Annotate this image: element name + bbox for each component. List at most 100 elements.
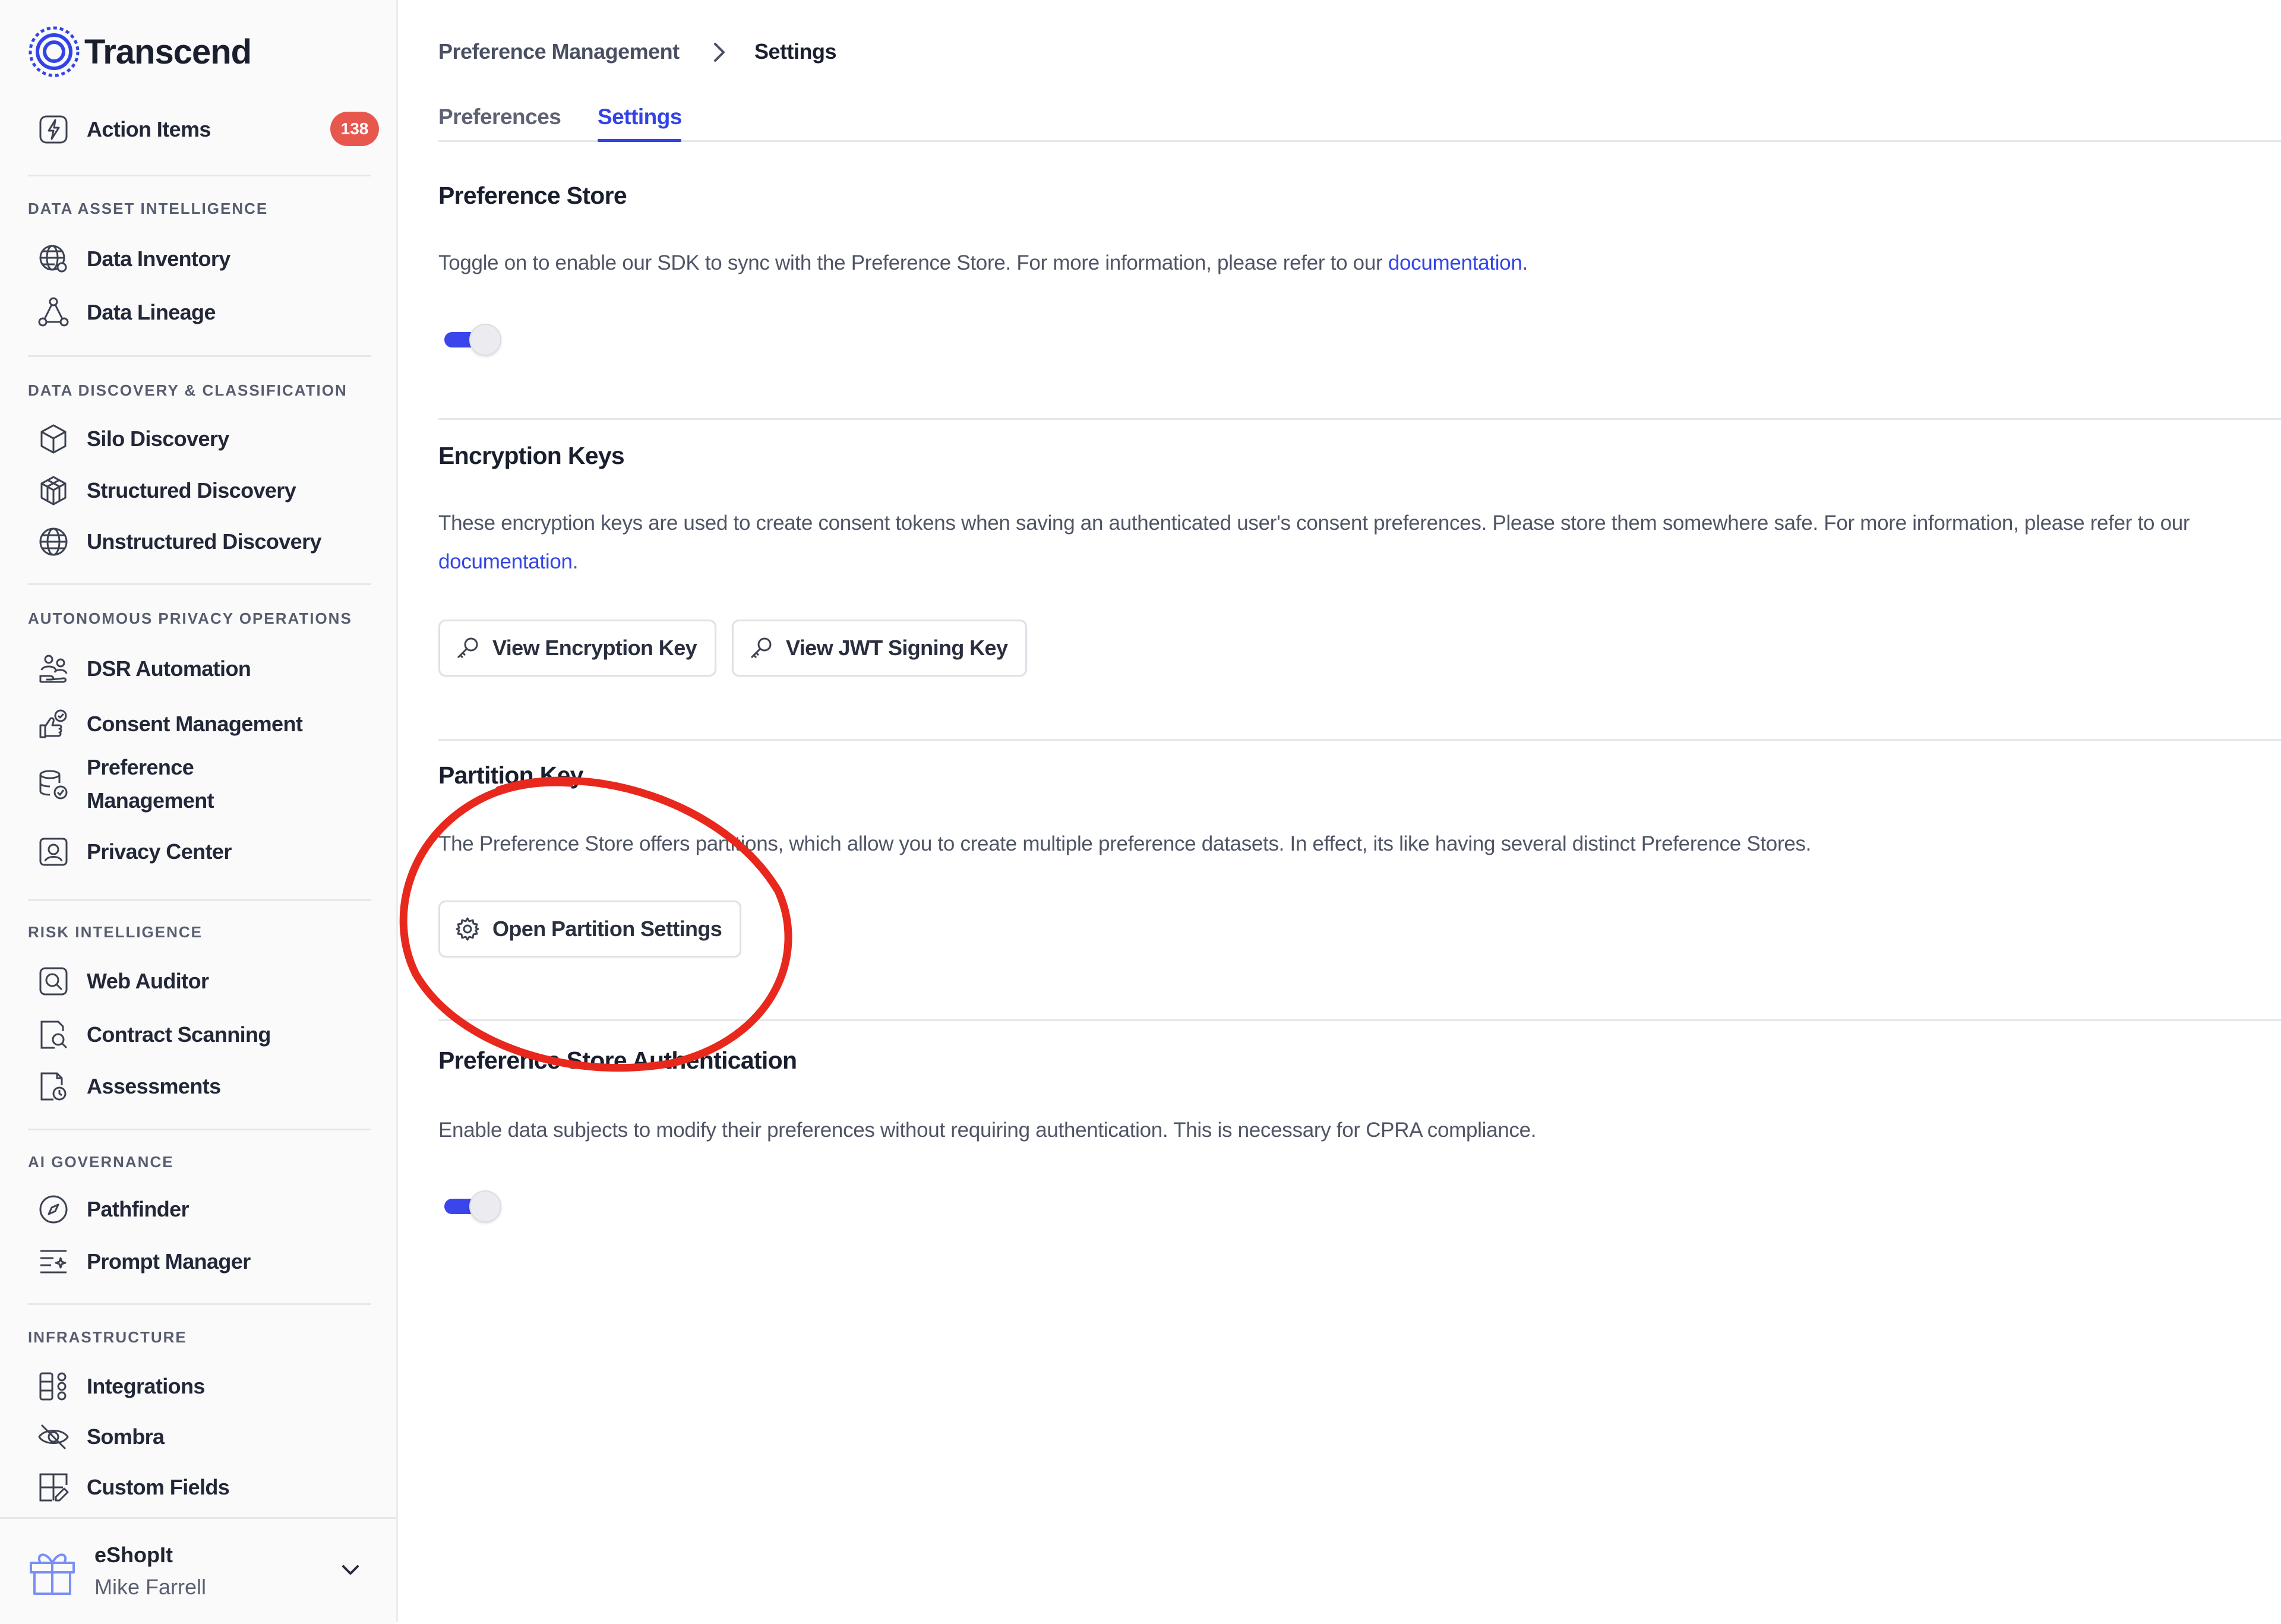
document-search-icon (37, 1018, 70, 1051)
thumbs-up-icon (37, 707, 70, 741)
sidebar-item-label: Silo Discovery (87, 426, 229, 451)
sidebar: Transcend Action Items 138 DATA ASSET IN… (0, 0, 398, 1624)
chevron-down-icon[interactable] (336, 1556, 365, 1584)
grid-edit-icon (37, 1471, 70, 1504)
sidebar-item-data-lineage[interactable]: Data Lineage (37, 296, 216, 329)
sidebar-item-preference-management[interactable]: Preference Management (37, 751, 265, 817)
divider (28, 1129, 371, 1130)
document-clock-icon (37, 1070, 70, 1103)
sidebar-item-integrations[interactable]: Integrations (37, 1370, 205, 1403)
scan-search-icon (37, 965, 70, 998)
database-check-icon (37, 767, 70, 801)
structured-cube-icon (37, 474, 70, 507)
sidebar-item-label: Integrations (87, 1374, 205, 1398)
eye-off-icon (37, 1420, 70, 1454)
brand-name: Transcend (84, 32, 252, 71)
breadcrumb-parent[interactable]: Preference Management (438, 39, 680, 64)
tab-settings[interactable]: Settings (598, 105, 682, 129)
partition-key-title: Partition Key (438, 762, 583, 789)
sidebar-item-silo-discovery[interactable]: Silo Discovery (37, 422, 229, 456)
sidebar-item-label: Action Items (87, 117, 211, 141)
sidebar-item-prompt-manager[interactable]: Prompt Manager (37, 1245, 251, 1278)
sidebar-item-dsr-automation[interactable]: DSR Automation (37, 652, 251, 685)
action-items-count-badge: 138 (330, 112, 379, 146)
section-title: RISK INTELLIGENCE (28, 923, 203, 941)
tab-preferences[interactable]: Preferences (438, 105, 561, 129)
sidebar-item-pathfinder[interactable]: Pathfinder (37, 1193, 189, 1226)
section-title: AI GOVERNANCE (28, 1153, 174, 1171)
divider (28, 355, 371, 357)
toggle-thumb (469, 1190, 501, 1222)
sidebar-item-consent-management[interactable]: Consent Management (37, 707, 303, 741)
section-title: AUTONOMOUS PRIVACY OPERATIONS (28, 609, 352, 627)
documentation-link[interactable]: documentation (1388, 251, 1522, 274)
preference-store-toggle[interactable] (444, 324, 501, 356)
user-name: Mike Farrell (94, 1575, 207, 1599)
store-auth-toggle[interactable] (444, 1190, 501, 1222)
sidebar-item-data-inventory[interactable]: Data Inventory (37, 242, 230, 276)
sidebar-item-label: Assessments (87, 1074, 221, 1098)
sidebar-item-sombra[interactable]: Sombra (37, 1420, 165, 1454)
partition-key-description: The Preference Store offers partitions, … (438, 832, 1812, 855)
active-tab-indicator (598, 139, 681, 142)
sidebar-item-assessments[interactable]: Assessments (37, 1070, 221, 1103)
encryption-keys-title: Encryption Keys (438, 442, 625, 469)
open-partition-settings-button[interactable]: Open Partition Settings (438, 901, 742, 958)
sidebar-item-label: Unstructured Discovery (87, 529, 322, 554)
sidebar-item-label: Prompt Manager (87, 1249, 251, 1274)
sidebar-item-label: Web Auditor (87, 969, 209, 993)
brand-logo[interactable]: Transcend (27, 25, 252, 78)
sidebar-item-privacy-center[interactable]: Privacy Center (37, 835, 232, 868)
key-icon (457, 637, 478, 659)
view-jwt-signing-key-button[interactable]: View JWT Signing Key (732, 620, 1028, 677)
sidebar-item-unstructured-discovery[interactable]: Unstructured Discovery (37, 525, 322, 558)
portrait-icon (37, 835, 70, 868)
section-divider (438, 418, 2281, 420)
sidebar-item-label: DSR Automation (87, 656, 251, 681)
sidebar-item-custom-fields[interactable]: Custom Fields (37, 1471, 230, 1504)
sidebar-item-label: Preference Management (87, 755, 214, 813)
period: . (572, 550, 579, 573)
divider (28, 175, 371, 176)
toggle-thumb (469, 324, 501, 356)
gift-icon (30, 1553, 75, 1595)
text-sparkle-icon (37, 1245, 70, 1278)
sidebar-item-label: Privacy Center (87, 839, 232, 864)
sidebar-item-contract-scanning[interactable]: Contract Scanning (37, 1018, 271, 1051)
users-hand-icon (37, 652, 70, 685)
documentation-link[interactable]: documentation (438, 550, 573, 573)
button-label: View Encryption Key (492, 636, 697, 660)
org-name: eShopIt (94, 1543, 173, 1567)
sidebar-item-label: Data Inventory (87, 247, 230, 271)
compass-icon (37, 1193, 70, 1226)
org-switcher[interactable]: eShopIt Mike Farrell (0, 1517, 396, 1624)
sidebar-item-web-auditor[interactable]: Web Auditor (37, 965, 209, 998)
sidebar-item-label: Contract Scanning (87, 1022, 271, 1047)
divider (28, 899, 371, 901)
description-text: Toggle on to enable our SDK to sync with… (438, 251, 1383, 274)
breadcrumb-current: Settings (754, 39, 837, 64)
store-auth-title: Preference Store Authentication (438, 1047, 797, 1074)
button-label: View JWT Signing Key (786, 636, 1008, 660)
store-auth-description: Enable data subjects to modify their pre… (438, 1119, 1537, 1142)
view-encryption-key-button[interactable]: View Encryption Key (438, 620, 717, 677)
section-divider (438, 1019, 2281, 1021)
tabs-divider (438, 140, 2281, 142)
period: . (1522, 251, 1528, 274)
sidebar-item-label: Sombra (87, 1424, 165, 1449)
gear-icon (456, 917, 479, 941)
divider (28, 1303, 371, 1305)
section-divider (438, 739, 2281, 741)
integrations-icon (37, 1370, 70, 1403)
cube-icon (37, 422, 70, 456)
divider (28, 583, 371, 585)
sidebar-item-label: Data Lineage (87, 300, 216, 324)
chevron-right-icon (714, 43, 725, 62)
sidebar-item-structured-discovery[interactable]: Structured Discovery (37, 474, 296, 507)
sidebar-item-label: Pathfinder (87, 1197, 189, 1221)
preference-store-title: Preference Store (438, 182, 627, 209)
section-title: INFRASTRUCTURE (28, 1328, 187, 1346)
sidebar-item-action-items[interactable]: Action Items (37, 113, 211, 146)
lineage-icon (37, 296, 70, 329)
button-label: Open Partition Settings (492, 917, 722, 941)
